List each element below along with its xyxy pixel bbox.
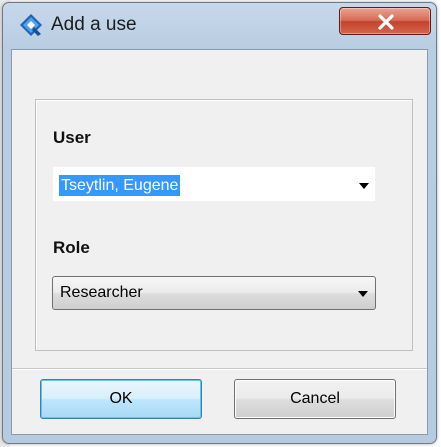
role-label: Role	[53, 238, 90, 257]
chevron-down-icon[interactable]	[358, 291, 368, 297]
close-button[interactable]	[339, 7, 431, 35]
ok-button[interactable]: OK	[40, 379, 202, 419]
user-combobox[interactable]: Tseytlin, Eugene	[53, 167, 375, 201]
app-logo-icon	[20, 14, 42, 36]
close-icon	[378, 14, 394, 30]
dialog-body: User Tseytlin, Eugene Role Researcher OK…	[11, 49, 428, 435]
dialog-title: Add a use	[51, 14, 137, 35]
chevron-down-icon[interactable]	[359, 183, 369, 189]
screen: Add a use User Tseytlin, Eugene Role Res…	[0, 0, 441, 447]
cancel-button[interactable]: Cancel	[234, 379, 396, 419]
form-panel	[35, 99, 413, 351]
footer-divider	[12, 368, 427, 370]
title-bar[interactable]: Add a use	[3, 3, 436, 47]
role-dropdown-value: Researcher	[60, 284, 143, 301]
add-use-dialog: Add a use User Tseytlin, Eugene Role Res…	[2, 2, 437, 444]
user-combobox-value[interactable]: Tseytlin, Eugene	[59, 175, 181, 196]
user-label: User	[53, 128, 91, 147]
role-dropdown[interactable]: Researcher	[52, 276, 376, 310]
